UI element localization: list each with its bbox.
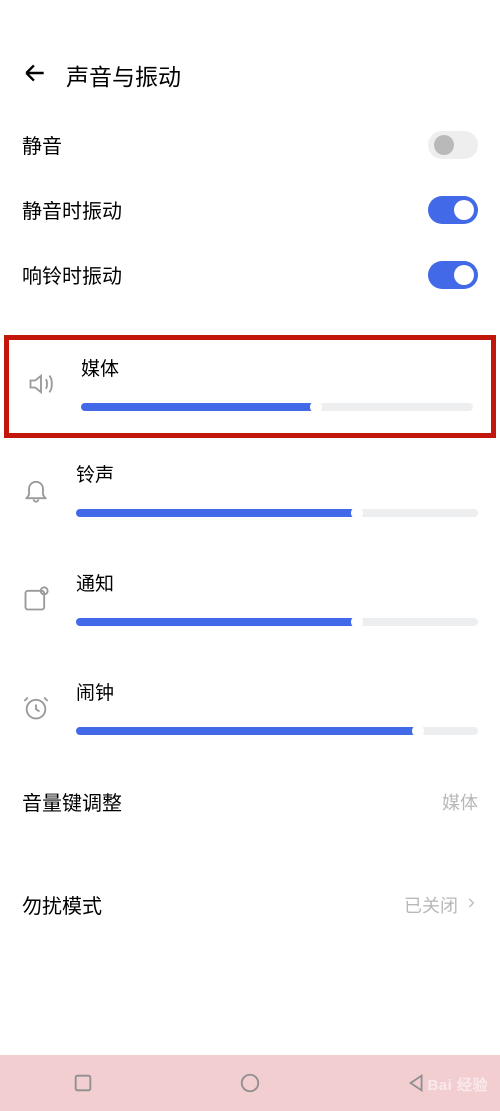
dnd-label: 勿扰模式 xyxy=(22,890,102,919)
vibrate-on-mute-row: 静音时振动 xyxy=(0,177,500,242)
watermark-text: 经验 xyxy=(457,1077,488,1094)
notification-row: 通知 xyxy=(0,547,500,656)
media-slider-content: 媒体 xyxy=(81,354,473,411)
media-slider[interactable] xyxy=(81,403,473,411)
vibrate-on-ring-label: 响铃时振动 xyxy=(22,260,122,289)
alarm-slider-content: 闹钟 xyxy=(76,678,478,735)
bell-icon xyxy=(22,460,76,504)
mute-toggle[interactable] xyxy=(428,131,478,159)
vibrate-on-mute-label: 静音时振动 xyxy=(22,195,122,224)
home-button[interactable] xyxy=(226,1059,274,1107)
volume-key-row[interactable]: 音量键调整 媒体 xyxy=(0,765,500,838)
notification-slider[interactable] xyxy=(76,618,478,626)
volume-key-label: 音量键调整 xyxy=(22,787,122,816)
ringtone-slider-label: 铃声 xyxy=(76,460,478,487)
watermark: Bai 经验 xyxy=(427,1074,488,1095)
dnd-value-text: 已关闭 xyxy=(404,892,458,918)
dnd-value: 已关闭 xyxy=(404,892,478,918)
mute-label: 静音 xyxy=(22,130,62,159)
ringtone-slider[interactable] xyxy=(76,509,478,517)
system-nav-bar: Bai 经验 xyxy=(0,1055,500,1111)
vibrate-on-ring-row: 响铃时振动 xyxy=(0,242,500,307)
volume-key-value: 媒体 xyxy=(442,789,478,815)
speaker-icon xyxy=(27,354,81,398)
media-highlight-box: 媒体 xyxy=(4,335,496,438)
alarm-slider[interactable] xyxy=(76,727,478,735)
back-icon[interactable] xyxy=(22,60,48,91)
chevron-right-icon xyxy=(464,894,478,915)
media-slider-label: 媒体 xyxy=(81,354,473,381)
notification-icon xyxy=(22,569,76,613)
vibrate-on-ring-toggle[interactable] xyxy=(428,261,478,289)
ringtone-slider-content: 铃声 xyxy=(76,460,478,517)
alarm-row: 闹钟 xyxy=(0,656,500,765)
notification-slider-label: 通知 xyxy=(76,569,478,596)
watermark-brand: Bai xyxy=(427,1077,452,1094)
page-title: 声音与振动 xyxy=(66,58,181,92)
dnd-row[interactable]: 勿扰模式 已关闭 xyxy=(0,868,500,941)
mute-row: 静音 xyxy=(0,112,500,177)
alarm-slider-label: 闹钟 xyxy=(76,678,478,705)
recent-apps-button[interactable] xyxy=(59,1059,107,1107)
notification-slider-content: 通知 xyxy=(76,569,478,626)
page-header: 声音与振动 xyxy=(0,0,500,112)
vibrate-on-mute-toggle[interactable] xyxy=(428,196,478,224)
ringtone-row: 铃声 xyxy=(0,438,500,547)
alarm-clock-icon xyxy=(22,678,76,722)
divider-space xyxy=(0,838,500,868)
